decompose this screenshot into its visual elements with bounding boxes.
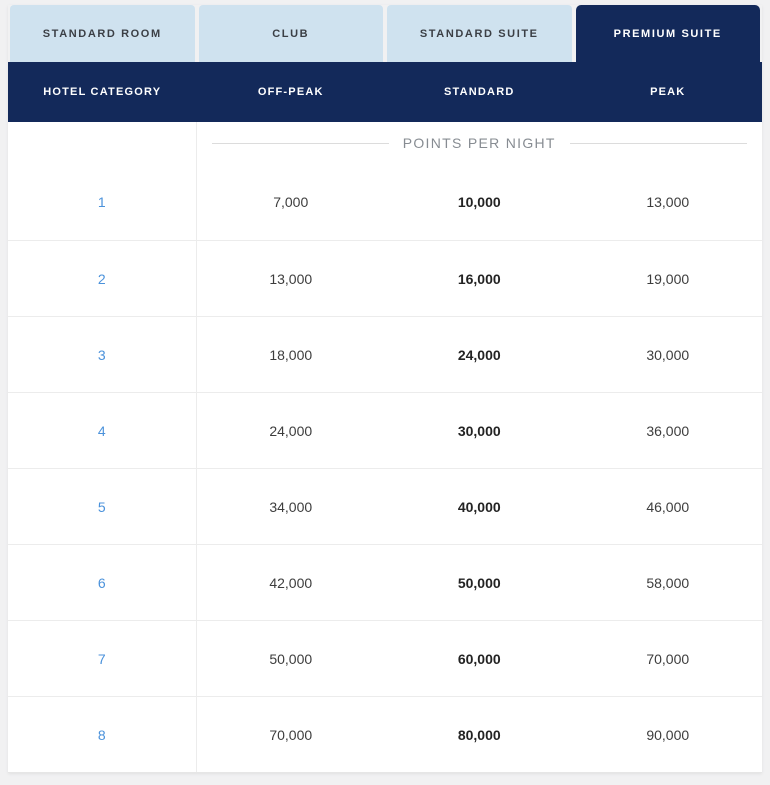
tab-label: CLUB: [272, 27, 310, 40]
off-peak-value: 42,000: [269, 574, 313, 591]
points-per-night-caption: POINTS PER NIGHT: [402, 135, 556, 151]
table-row: 6 42,000 50,000 58,000: [8, 544, 762, 620]
peak-value: 58,000: [646, 574, 690, 591]
standard-value: 24,000: [457, 346, 501, 363]
standard-value: 10,000: [457, 194, 501, 210]
room-type-tabs: STANDARD ROOM CLUB STANDARD SUITE PREMIU…: [8, 5, 762, 62]
category-link[interactable]: 2: [98, 271, 106, 287]
table-row: 8 70,000 80,000 90,000: [8, 696, 762, 772]
caption-spacer: [8, 122, 197, 164]
points-rows: 1 7,000 10,000 13,000 2 13,000 16,000 19…: [8, 164, 762, 772]
off-peak-value: 7,000: [273, 194, 309, 210]
peak-value: 19,000: [646, 270, 690, 287]
category-link[interactable]: 5: [98, 499, 106, 515]
table-row: 5 34,000 40,000 46,000: [8, 468, 762, 544]
category-cell: 2: [8, 241, 197, 316]
caption-line-right: [569, 142, 748, 144]
category-link[interactable]: 1: [98, 194, 106, 210]
peak-value: 13,000: [646, 194, 690, 210]
category-cell: 7: [8, 621, 197, 696]
table-header-row: HOTEL CATEGORY OFF-PEAK STANDARD PEAK: [8, 62, 762, 122]
peak-value: 30,000: [646, 346, 690, 363]
category-link[interactable]: 6: [98, 575, 106, 591]
room-type-tab[interactable]: STANDARD SUITE: [387, 5, 572, 62]
category-cell: 1: [8, 164, 197, 240]
peak-value: 70,000: [646, 650, 690, 667]
standard-value: 80,000: [457, 726, 501, 743]
peak-value: 90,000: [646, 726, 690, 743]
peak-value: 36,000: [646, 422, 690, 439]
category-link[interactable]: 8: [98, 727, 106, 743]
tab-label: STANDARD ROOM: [42, 27, 162, 40]
table-header-cell: STANDARD: [443, 86, 515, 98]
category-link[interactable]: 3: [98, 347, 106, 363]
table-row: 3 18,000 24,000 30,000: [8, 316, 762, 392]
room-type-tab[interactable]: CLUB: [198, 5, 383, 62]
room-type-tab[interactable]: PREMIUM SUITE: [575, 5, 760, 62]
category-cell: 6: [8, 545, 197, 620]
category-cell: 8: [8, 697, 197, 772]
off-peak-value: 50,000: [269, 650, 313, 667]
category-cell: 4: [8, 393, 197, 468]
off-peak-value: 24,000: [269, 422, 313, 439]
standard-value: 40,000: [457, 498, 501, 515]
table-header-cell: HOTEL CATEGORY: [43, 86, 162, 98]
room-type-tab[interactable]: STANDARD ROOM: [10, 5, 195, 62]
table-row: 1 7,000 10,000 13,000: [8, 164, 762, 240]
off-peak-value: 18,000: [269, 346, 313, 363]
award-chart-card: STANDARD ROOM CLUB STANDARD SUITE PREMIU…: [8, 5, 762, 773]
category-link[interactable]: 4: [98, 423, 106, 439]
table-row: 4 24,000 30,000 36,000: [8, 392, 762, 468]
table-header-cell: PEAK: [650, 86, 686, 98]
tab-label: PREMIUM SUITE: [613, 27, 722, 40]
standard-value: 16,000: [457, 270, 501, 287]
off-peak-value: 13,000: [269, 270, 313, 287]
page: STANDARD ROOM CLUB STANDARD SUITE PREMIU…: [0, 0, 770, 785]
caption-line-left: [211, 142, 389, 144]
standard-value: 50,000: [457, 574, 501, 591]
tab-label: STANDARD SUITE: [419, 27, 539, 40]
table-header-cell: OFF-PEAK: [257, 86, 324, 98]
category-link[interactable]: 7: [98, 651, 106, 667]
category-cell: 3: [8, 317, 197, 392]
peak-value: 46,000: [646, 498, 690, 515]
table-row: 7 50,000 60,000 70,000: [8, 620, 762, 696]
caption-area: POINTS PER NIGHT: [197, 122, 763, 164]
category-cell: 5: [8, 469, 197, 544]
points-table-body: POINTS PER NIGHT 1 7,000 10,000 13,000 2…: [8, 122, 762, 773]
table-row: 2 13,000 16,000 19,000: [8, 240, 762, 316]
caption-row: POINTS PER NIGHT: [8, 122, 762, 164]
off-peak-value: 70,000: [269, 726, 313, 743]
standard-value: 60,000: [457, 650, 501, 667]
standard-value: 30,000: [457, 422, 501, 439]
off-peak-value: 34,000: [269, 498, 313, 515]
